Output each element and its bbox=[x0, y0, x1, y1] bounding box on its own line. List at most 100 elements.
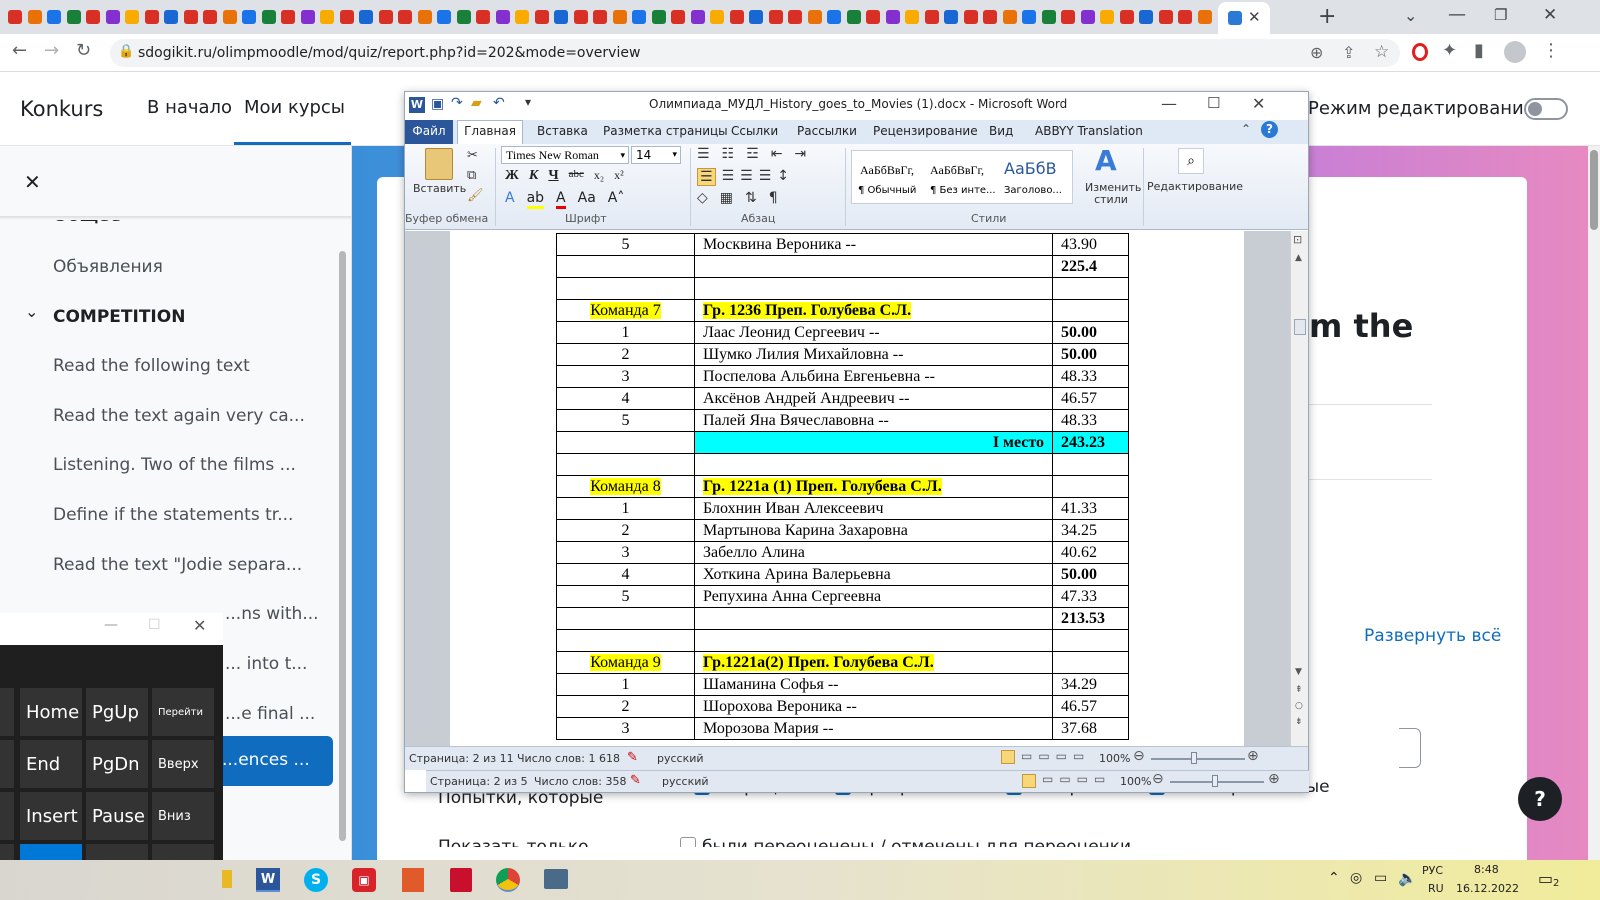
word-maximize-button[interactable]: ☐ bbox=[1207, 94, 1220, 112]
taskbar-osk-icon[interactable] bbox=[544, 869, 568, 889]
pinned-tab-favicon-icon[interactable] bbox=[281, 10, 295, 24]
status-page[interactable]: Страница: 2 из 5 bbox=[430, 775, 528, 788]
pinned-tab-favicon-icon[interactable] bbox=[807, 10, 822, 24]
edit-mode-toggle[interactable] bbox=[1524, 98, 1568, 120]
copy-icon[interactable]: ⧉ bbox=[467, 168, 476, 183]
change-styles-icon[interactable]: A bbox=[1095, 144, 1117, 177]
pinned-tab-favicon-icon[interactable] bbox=[164, 10, 178, 24]
grow-font-icon[interactable]: A˄ bbox=[608, 190, 625, 209]
tab-search-icon[interactable]: ⌄ bbox=[1404, 6, 1417, 25]
pinned-tab-favicon-icon[interactable] bbox=[300, 10, 315, 24]
table-cell[interactable]: Морозова Мария -- bbox=[694, 717, 1053, 740]
osk-key[interactable]: Перейти bbox=[152, 688, 214, 736]
change-styles-label[interactable]: Изменить стили bbox=[1085, 182, 1141, 206]
tab-close-icon[interactable]: ✕ bbox=[1248, 8, 1261, 26]
drawer-item[interactable]: Define if the statements tr... bbox=[53, 505, 293, 525]
pinned-tab-favicon-icon[interactable] bbox=[1080, 10, 1095, 24]
forward-icon[interactable]: → bbox=[44, 42, 59, 60]
table-cell[interactable]: Палей Яна Вячеславовна -- bbox=[694, 409, 1053, 432]
pinned-tab-favicon-icon[interactable] bbox=[1022, 10, 1036, 24]
pinned-tab-favicon-icon[interactable] bbox=[320, 10, 334, 24]
pinned-tab-favicon-icon[interactable] bbox=[1061, 10, 1075, 24]
back-icon[interactable]: ← bbox=[12, 42, 27, 60]
style-normal[interactable]: АаБбВвГг, ¶ Обычный bbox=[854, 153, 924, 201]
table-cell[interactable]: Гр.1221а(2) Преп. Голубева С.Л. bbox=[694, 651, 1053, 674]
view-print-layout-icon[interactable] bbox=[1001, 750, 1015, 764]
extensions-icon[interactable]: ✦ bbox=[1442, 42, 1457, 60]
ruler-toggle-icon[interactable]: ⊡ bbox=[1293, 233, 1302, 246]
restore-window-button[interactable]: ❐ bbox=[1494, 6, 1507, 24]
taskbar-reader-icon[interactable]: ▣ bbox=[352, 868, 376, 892]
drawer-item[interactable]: Listening. Two of the films ... bbox=[53, 455, 296, 475]
pinned-tab-favicon-icon[interactable] bbox=[593, 10, 607, 24]
format-painter-icon[interactable]: 🖌 bbox=[467, 188, 484, 203]
table-cell[interactable]: I место bbox=[694, 431, 1053, 454]
pinned-tab-favicon-icon[interactable] bbox=[47, 10, 61, 24]
pinned-tab-favicon-icon[interactable] bbox=[612, 10, 627, 24]
word-app-icon[interactable]: W bbox=[409, 97, 425, 113]
pinned-tab-favicon-icon[interactable] bbox=[768, 10, 783, 24]
table-cell[interactable] bbox=[694, 277, 1053, 300]
table-cell[interactable]: Шорохова Вероника -- bbox=[694, 695, 1053, 718]
pinned-tab-favicon-icon[interactable] bbox=[203, 10, 217, 24]
table-cell[interactable]: 225.4 bbox=[1052, 255, 1129, 278]
binoculars-icon[interactable]: ⌕ bbox=[1178, 148, 1204, 174]
word-vertical-scrollbar[interactable]: ⊡ ▲ ▼ ⇞ ○ ⇟ bbox=[1290, 231, 1308, 746]
multilevel-list-icon[interactable]: ☲ bbox=[746, 146, 759, 162]
notification-icon[interactable]: ▭ bbox=[1538, 869, 1553, 888]
osk-key[interactable]: PgUp bbox=[86, 688, 148, 736]
pinned-tab-favicon-icon[interactable] bbox=[261, 10, 276, 24]
table-cell[interactable]: 34.29 bbox=[1052, 673, 1129, 696]
pinned-tab-favicon-icon[interactable] bbox=[125, 10, 139, 24]
pinned-tab-favicon-icon[interactable] bbox=[534, 10, 549, 24]
align-right-button[interactable]: ☰ bbox=[740, 168, 753, 186]
text-effects-icon[interactable]: A bbox=[505, 190, 515, 209]
pinned-tab-favicon-icon[interactable] bbox=[944, 10, 958, 24]
pinned-tab-favicon-icon[interactable] bbox=[690, 10, 705, 24]
select-box[interactable] bbox=[1399, 728, 1421, 768]
table-cell[interactable]: Команда 7 bbox=[556, 299, 695, 322]
pinned-tab-favicon-icon[interactable] bbox=[105, 10, 120, 24]
table-cell[interactable] bbox=[694, 255, 1053, 278]
nav-home-link[interactable]: В начало bbox=[147, 97, 232, 118]
status-page[interactable]: Страница: 2 из 11 bbox=[409, 752, 514, 765]
table-cell[interactable]: Гр. 1236 Преп. Голубева С.Л. bbox=[694, 299, 1053, 322]
table-cell[interactable]: 50.00 bbox=[1052, 321, 1129, 344]
osk-key[interactable]: Pause bbox=[86, 792, 148, 840]
table-cell[interactable]: 41.33 bbox=[1052, 497, 1129, 520]
spellcheck-icon[interactable]: ✎ bbox=[630, 773, 641, 788]
table-cell[interactable]: 5 bbox=[556, 409, 695, 432]
clock-date[interactable]: 16.12.2022 bbox=[1456, 882, 1519, 895]
drawer-item-announcements[interactable]: Объявления bbox=[53, 257, 163, 277]
table-cell[interactable]: 2 bbox=[556, 343, 695, 366]
open-folder-icon[interactable]: ▰ bbox=[471, 95, 482, 111]
pinned-tab-favicon-icon[interactable] bbox=[339, 10, 354, 24]
word-help-icon[interactable]: ? bbox=[1261, 121, 1278, 138]
tray-volume-icon[interactable]: 🔈 bbox=[1398, 869, 1417, 887]
pinned-tab-favicon-icon[interactable] bbox=[1197, 10, 1212, 24]
pilcrow-icon[interactable]: ¶ bbox=[769, 190, 778, 206]
tray-language-bottom[interactable]: RU bbox=[1428, 882, 1444, 895]
increase-indent-icon[interactable]: ⇥ bbox=[794, 146, 806, 162]
table-cell[interactable]: 46.57 bbox=[1052, 387, 1129, 410]
zoom-slider-thumb[interactable] bbox=[1212, 775, 1218, 787]
table-cell[interactable] bbox=[556, 277, 695, 300]
opera-extension-icon[interactable] bbox=[1412, 43, 1428, 61]
zoom-out-icon[interactable]: ⊖ bbox=[1133, 748, 1145, 764]
table-cell[interactable]: Мартынова Карина Захаровна bbox=[694, 519, 1053, 542]
table-cell[interactable]: 37.68 bbox=[1052, 717, 1129, 740]
table-cell[interactable]: 213.53 bbox=[1052, 607, 1129, 630]
prev-page-icon[interactable]: ⇞ bbox=[1295, 685, 1303, 695]
bullets-icon[interactable]: ☰ bbox=[697, 146, 710, 162]
pinned-tab-favicon-icon[interactable] bbox=[398, 10, 412, 24]
tab-file[interactable]: Файл bbox=[405, 120, 453, 144]
table-cell[interactable] bbox=[556, 607, 695, 630]
drawer-item-active[interactable]: ...ences ... bbox=[220, 736, 333, 786]
scroll-down-icon[interactable]: ▼ bbox=[1295, 667, 1302, 677]
help-button[interactable]: ? bbox=[1518, 777, 1562, 821]
paste-icon[interactable] bbox=[425, 148, 453, 180]
pinned-tab-favicon-icon[interactable] bbox=[359, 10, 373, 24]
osk-key[interactable]: Insert bbox=[20, 792, 82, 840]
table-cell[interactable]: Аксёнов Андрей Андреевич -- bbox=[694, 387, 1053, 410]
drawer-item[interactable]: ...e final ... bbox=[225, 704, 315, 724]
